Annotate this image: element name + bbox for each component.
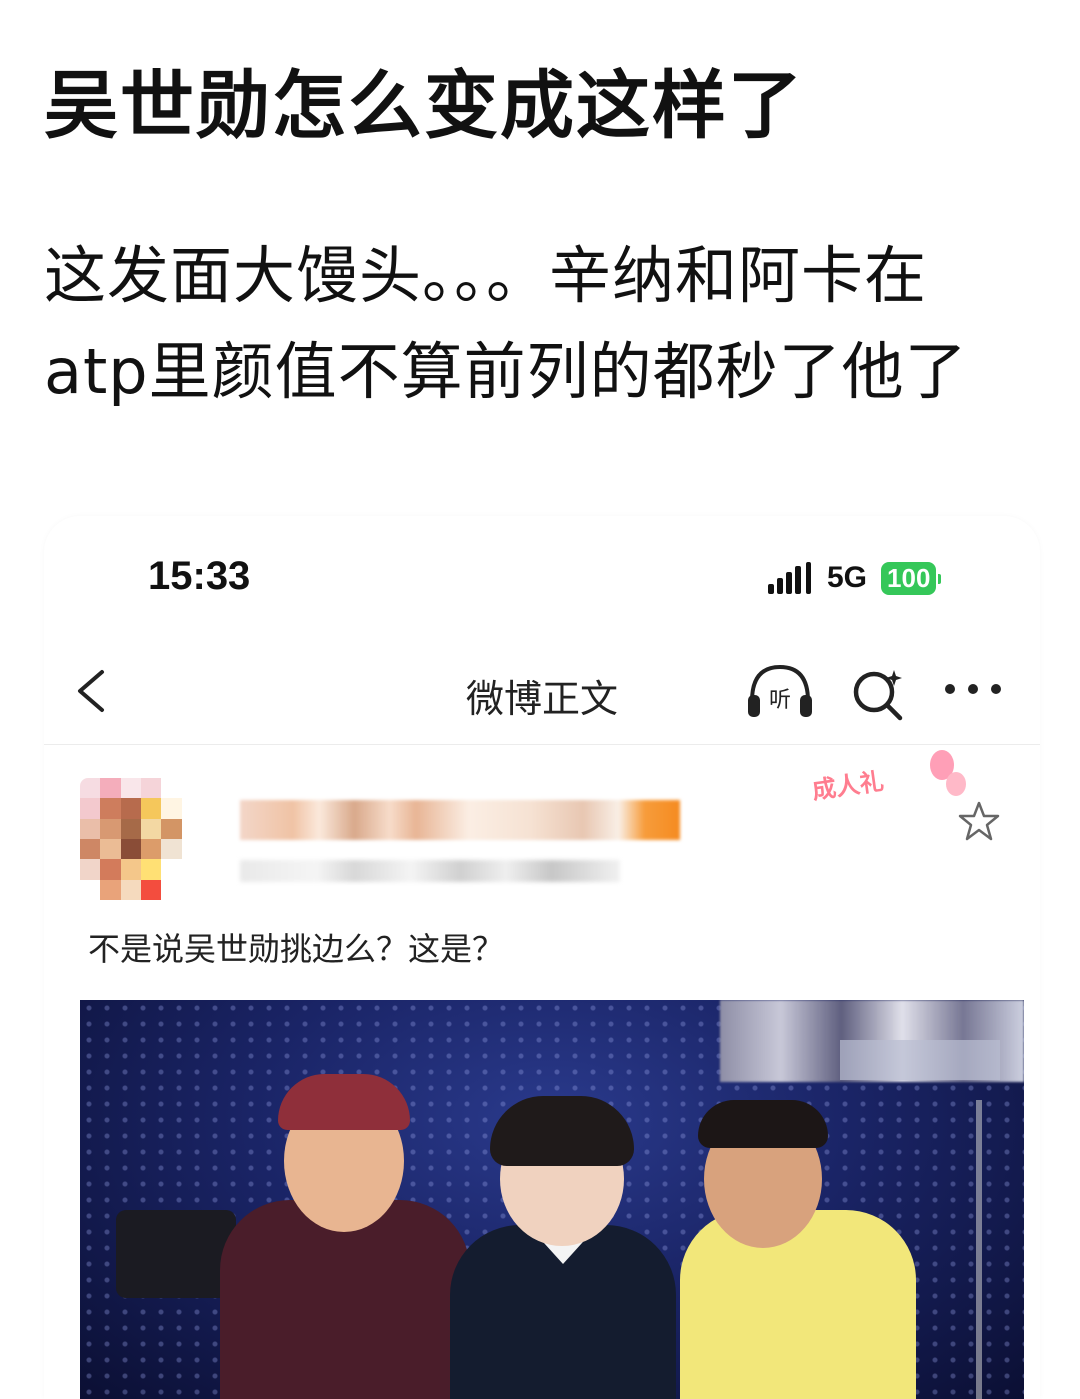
watermark-mosaic <box>840 1040 1000 1080</box>
balloon-icon <box>946 772 966 796</box>
weibo-post-text: 不是说吴世勋挑边么？这是？ <box>88 930 505 968</box>
status-indicators: 5G 100 <box>768 560 942 596</box>
person-right-shirt <box>680 1210 916 1399</box>
nav-title: 微博正文 <box>465 677 618 721</box>
post-body-line-1: 这发面大馒头。。。辛纳和阿卡在 <box>44 239 928 312</box>
listen-button[interactable]: 听 <box>744 661 816 721</box>
search-sparkle-icon <box>853 670 903 721</box>
avatar[interactable] <box>80 778 202 900</box>
post-title: 吴世勋怎么变成这样了 <box>44 63 804 149</box>
listen-label: 听 <box>769 688 791 713</box>
person-center-hair <box>490 1096 634 1166</box>
badge-label: 成人礼 <box>810 767 886 805</box>
battery-indicator: 100 <box>881 561 942 595</box>
camera <box>116 1210 236 1298</box>
post-body-line-2: atp里颜值不算前列的都秒了他了 <box>44 335 968 408</box>
status-time: 15:33 <box>148 554 251 598</box>
network-label: 5G <box>827 561 868 594</box>
headphones-icon: 听 <box>748 664 812 717</box>
favorite-button[interactable] <box>958 800 1000 842</box>
person-left-cap <box>278 1074 410 1130</box>
back-button[interactable] <box>68 666 112 716</box>
more-dots-icon <box>945 684 1001 694</box>
embedded-screenshot: 15:33 5G 100 微博正文 听 成人礼 不是说吴世勋挑边么？这是？ <box>44 516 1040 1399</box>
star-icon <box>958 801 1000 841</box>
search-button[interactable] <box>848 664 908 724</box>
more-button[interactable] <box>942 674 1004 704</box>
username-blurred[interactable] <box>240 800 680 840</box>
chevron-left-icon <box>78 670 104 712</box>
person-right-hair <box>698 1100 828 1148</box>
signal-icon <box>768 562 811 594</box>
post-body: 这发面大馒头。。。辛纳和阿卡在 atp里颜值不算前列的都秒了他了 <box>44 228 1044 420</box>
nav-divider <box>44 744 1040 745</box>
post-meta-blurred <box>240 860 620 882</box>
post-photo[interactable] <box>80 1000 1024 1399</box>
